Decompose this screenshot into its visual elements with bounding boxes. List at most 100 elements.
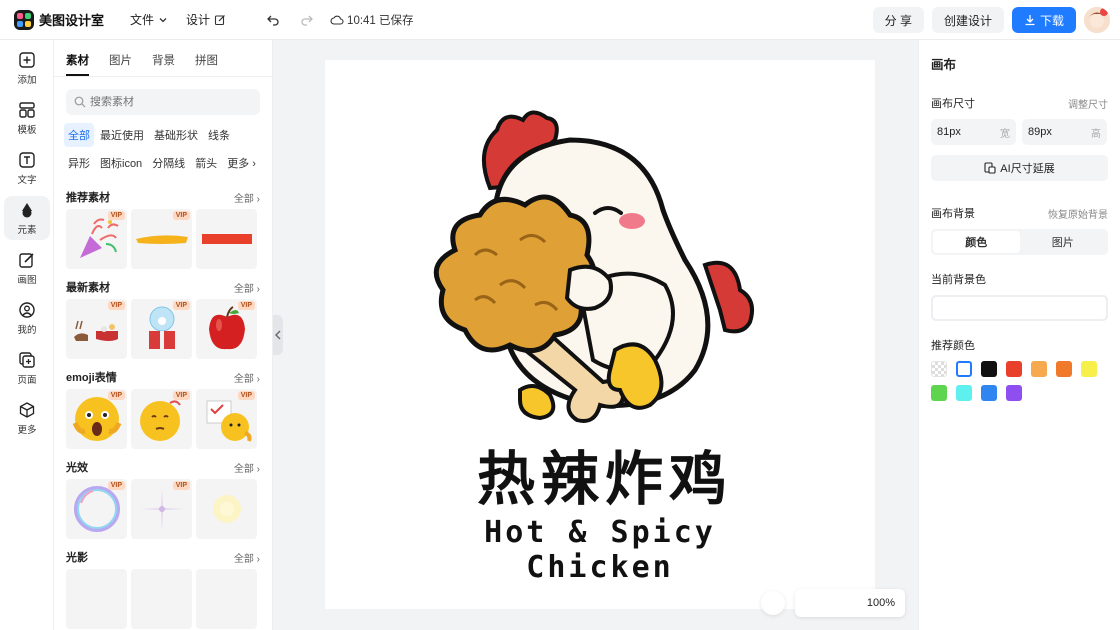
- rail-more[interactable]: 更多: [4, 396, 50, 440]
- chip-all[interactable]: 全部: [64, 123, 94, 147]
- color-swatch[interactable]: [956, 361, 972, 377]
- plus-square-icon: [19, 51, 35, 68]
- resize-link[interactable]: 调整尺寸: [1068, 96, 1108, 111]
- app-logo[interactable]: 美图设计室: [14, 9, 104, 30]
- vip-badge: VIP: [107, 391, 125, 400]
- reindeer-sleigh-icon: [73, 320, 118, 341]
- snow-globe-gift-icon: [148, 306, 175, 349]
- chip-recent[interactable]: 最近使用: [96, 123, 148, 147]
- chip-arrows[interactable]: 箭头: [191, 151, 221, 175]
- collapse-panel-handle[interactable]: [273, 315, 283, 355]
- color-swatch[interactable]: [981, 385, 997, 401]
- current-bg-color-field[interactable]: [931, 295, 1108, 321]
- chip-dividers[interactable]: 分隔线: [148, 151, 189, 175]
- asset-thumb[interactable]: [196, 209, 257, 269]
- brush-stroke-icon: [135, 235, 188, 244]
- checklist-emoji-icon: [206, 400, 251, 442]
- design-menu[interactable]: 设计: [186, 11, 226, 28]
- tab-backgrounds[interactable]: 背景: [152, 52, 175, 76]
- asset-thumb[interactable]: [131, 569, 192, 629]
- canvas-title-english[interactable]: Hot & Spicy Chicken: [410, 515, 790, 585]
- color-swatch[interactable]: [1006, 385, 1022, 401]
- width-field[interactable]: 81px 宽: [931, 119, 1016, 145]
- zoom-tool-button[interactable]: [761, 591, 785, 615]
- bg-type-color[interactable]: 颜色: [933, 231, 1020, 253]
- rail-draw[interactable]: 画图: [4, 246, 50, 290]
- chicken-logo-illustration[interactable]: [325, 60, 875, 440]
- see-all-light-effects[interactable]: 全部 ›: [234, 460, 260, 475]
- asset-thumb[interactable]: VIP: [131, 209, 192, 269]
- ai-extend-label: AI尺寸延展: [1000, 163, 1055, 175]
- rail-elements[interactable]: 元素: [4, 196, 50, 240]
- rail-text-label: 文字: [17, 174, 37, 186]
- create-design-button[interactable]: 创建设计: [931, 7, 1004, 33]
- download-button[interactable]: 下载: [1011, 7, 1076, 33]
- color-swatch[interactable]: [931, 385, 947, 401]
- asset-thumb[interactable]: VIP: [131, 479, 192, 539]
- asset-thumb[interactable]: [66, 569, 127, 629]
- asset-thumb[interactable]: [196, 479, 257, 539]
- redo-icon[interactable]: [300, 13, 314, 27]
- rail-draw-label: 画图: [17, 274, 37, 286]
- file-menu[interactable]: 文件: [130, 11, 168, 28]
- rail-text[interactable]: 文字: [4, 146, 50, 190]
- save-status: 10:41 已保存: [330, 12, 414, 28]
- color-swatch[interactable]: [1056, 361, 1072, 377]
- height-field[interactable]: 89px 高: [1022, 119, 1107, 145]
- chip-lines[interactable]: 线条: [204, 123, 234, 147]
- rail-elements-label: 元素: [17, 224, 37, 236]
- rail-page[interactable]: 页面: [4, 346, 50, 390]
- search-input[interactable]: [90, 96, 240, 108]
- bg-type-image[interactable]: 图片: [1020, 231, 1107, 253]
- color-swatch[interactable]: [1081, 361, 1097, 377]
- see-all-light-shadow[interactable]: 全部 ›: [234, 550, 260, 565]
- chip-more[interactable]: 更多 ›: [223, 151, 260, 175]
- asset-thumb[interactable]: VIP: [66, 209, 127, 269]
- width-unit: 宽: [1000, 128, 1010, 140]
- asset-thumb[interactable]: VIP: [131, 389, 192, 449]
- see-all-emoji[interactable]: 全部 ›: [234, 370, 260, 385]
- avatar[interactable]: [1084, 7, 1110, 33]
- color-swatch[interactable]: [956, 385, 972, 401]
- left-rail: 添加 模板 文字 元素 画图 我的 页面 更多: [0, 40, 54, 630]
- asset-thumb[interactable]: VIP: [66, 299, 127, 359]
- ai-extend-button[interactable]: AI尺寸延展: [931, 155, 1108, 181]
- artboard[interactable]: 热辣炸鸡 Hot & Spicy Chicken: [325, 60, 875, 609]
- asset-thumb[interactable]: VIP: [66, 479, 127, 539]
- avatar-image: [1084, 7, 1110, 33]
- logo-icon: [14, 9, 34, 30]
- see-all-recommended[interactable]: 全部 ›: [234, 190, 260, 205]
- canvas-title-chinese[interactable]: 热辣炸鸡: [435, 432, 775, 516]
- tab-collage[interactable]: 拼图: [195, 52, 218, 76]
- color-swatch[interactable]: [1031, 361, 1047, 377]
- asset-thumb[interactable]: VIP: [196, 389, 257, 449]
- rail-mine[interactable]: 我的: [4, 296, 50, 340]
- cloud-icon: [330, 15, 344, 25]
- undo-icon[interactable]: [266, 13, 280, 27]
- vip-badge: VIP: [172, 391, 190, 400]
- rail-add[interactable]: 添加: [4, 46, 50, 90]
- tab-materials[interactable]: 素材: [66, 52, 89, 76]
- party-popper-icon: [79, 218, 119, 258]
- search-box[interactable]: [66, 89, 260, 115]
- rail-template[interactable]: 模板: [4, 96, 50, 140]
- asset-thumb[interactable]: VIP: [66, 389, 127, 449]
- asset-thumb[interactable]: VIP: [131, 299, 192, 359]
- height-unit: 高: [1091, 128, 1101, 140]
- reset-bg-link[interactable]: 恢复原始背景: [1048, 206, 1108, 221]
- chip-icons[interactable]: 图标icon: [96, 151, 146, 175]
- see-all-label: 全部: [233, 193, 254, 205]
- see-all-label: 全部: [233, 463, 254, 475]
- asset-thumb[interactable]: [196, 569, 257, 629]
- color-swatch[interactable]: [981, 361, 997, 377]
- asset-thumb[interactable]: VIP: [196, 299, 257, 359]
- chip-irregular[interactable]: 异形: [64, 151, 94, 175]
- see-all-label: 全部: [233, 283, 254, 295]
- chip-basic-shapes[interactable]: 基础形状: [150, 123, 202, 147]
- color-swatch[interactable]: [1006, 361, 1022, 377]
- see-all-latest[interactable]: 全部 ›: [234, 280, 260, 295]
- color-swatch[interactable]: [931, 361, 947, 377]
- zoom-control[interactable]: 100%: [795, 589, 905, 617]
- tab-images[interactable]: 图片: [109, 52, 132, 76]
- share-button[interactable]: 分 享: [872, 7, 924, 33]
